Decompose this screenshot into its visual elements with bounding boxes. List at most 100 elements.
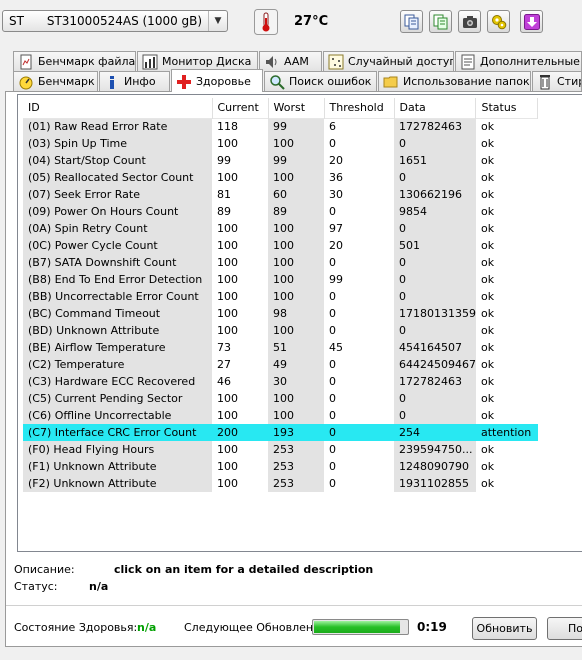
table-row[interactable]: (BE) Airflow Temperature 73 51 45 454164507 o… xyxy=(23,339,538,356)
folder-icon xyxy=(383,76,398,88)
cell-id: (0A) Spin Retry Count xyxy=(23,220,212,237)
refresh-button[interactable]: Обновить xyxy=(472,617,537,640)
camera-icon xyxy=(463,16,477,28)
cell-id: (04) Start/Stop Count xyxy=(23,152,212,169)
cell-worst: 100 xyxy=(268,288,324,305)
table-row[interactable]: (BC) Command Timeout 100 98 0 17180131359 ok xyxy=(23,305,538,322)
column-header-id[interactable]: ID xyxy=(23,98,213,118)
chevron-down-icon[interactable]: ▼ xyxy=(208,11,227,31)
copy-icon xyxy=(404,14,419,30)
copy-all-button[interactable] xyxy=(429,10,452,33)
cell-current: 100 xyxy=(217,256,238,269)
column-header-worst[interactable]: Worst xyxy=(268,98,325,118)
cell-current: 46 xyxy=(217,375,231,388)
tab-info[interactable]: Инфо xyxy=(99,71,170,91)
tab-disk-monitor[interactable]: Монитор Диска xyxy=(137,51,258,71)
table-row[interactable]: (F1) Unknown Attribute 100 253 0 1248090790 o… xyxy=(23,458,538,475)
cell-id: (F2) Unknown Attribute xyxy=(23,475,212,492)
cell-id: (B8) End To End Error Detection xyxy=(23,271,212,288)
cell-current: 100 xyxy=(217,443,238,456)
column-header-status[interactable]: Status xyxy=(475,98,539,118)
tab-extra-tests-label: Дополнительные тесты xyxy=(480,55,581,68)
table-row[interactable]: (F2) Unknown Attribute 100 253 0 1931102855 o… xyxy=(23,475,538,492)
table-row[interactable]: (C3) Hardware ECC Recovered 46 30 0 17278246… xyxy=(23,373,538,390)
cell-threshold: 0 xyxy=(329,307,336,320)
smart-table: ID Current Worst Threshold Data Status (… xyxy=(23,98,539,492)
cell-status: ok xyxy=(480,358,495,371)
cell-status: ok xyxy=(480,375,495,388)
tab-error-scan-label: Поиск ошибок xyxy=(289,75,372,88)
copy-button[interactable] xyxy=(400,10,423,33)
tab-extra-tests[interactable]: Дополнительные тесты xyxy=(455,51,582,71)
table-row[interactable]: (B7) SATA Downshift Count 100 100 0 0 ok xyxy=(23,254,538,271)
column-header-current[interactable]: Current xyxy=(212,98,269,118)
tab-aam-label: AAM xyxy=(284,55,309,68)
column-header-data[interactable]: Data xyxy=(394,98,477,118)
column-header-threshold[interactable]: Threshold xyxy=(324,98,395,118)
cell-id: (C7) Interface CRC Error Count xyxy=(23,424,212,441)
table-row[interactable]: (C6) Offline Uncorrectable 100 100 0 0 ok xyxy=(23,407,538,424)
tab-random-access[interactable]: Случайный доступ xyxy=(323,51,454,71)
next-update-label: Следующее Обновление: xyxy=(184,621,331,634)
tab-erase[interactable]: Стир xyxy=(532,71,582,91)
cell-worst: 253 xyxy=(268,475,324,492)
tab-health[interactable]: Здоровье xyxy=(171,69,263,92)
cell-id: (BB) Uncorrectable Error Count xyxy=(23,288,212,305)
description-label: Описание: xyxy=(14,563,75,576)
cell-worst: 100 xyxy=(268,237,324,254)
table-row[interactable]: (04) Start/Stop Count 99 99 20 1651 ok xyxy=(23,152,538,169)
cell-worst: 100 xyxy=(268,254,324,271)
drive-select[interactable]: ST ST31000524AS (1000 gB) ▼ xyxy=(2,10,228,32)
table-row[interactable]: (C7) Interface CRC Error Count 200 193 0 254… xyxy=(23,424,538,441)
table-row[interactable]: (03) Spin Up Time 100 100 0 0 ok xyxy=(23,135,538,152)
tab-aam[interactable]: AAM xyxy=(259,51,322,71)
tab-benchmark[interactable]: Бенчмарк xyxy=(13,71,98,91)
table-row[interactable]: (BD) Unknown Attribute 100 100 0 0 ok xyxy=(23,322,538,339)
tab-error-scan[interactable]: Поиск ошибок xyxy=(264,71,377,91)
cell-status: ok xyxy=(480,392,495,405)
erase-icon xyxy=(540,75,550,90)
cell-threshold: 0 xyxy=(329,205,336,218)
cell-worst: 99 xyxy=(268,118,324,135)
table-row[interactable]: (BB) Uncorrectable Error Count 100 100 0 0 ok xyxy=(23,288,538,305)
cell-data: 0 xyxy=(394,407,476,424)
update-progress-bar xyxy=(312,619,409,635)
table-row[interactable]: (C5) Current Pending Sector 100 100 0 0 ok xyxy=(23,390,538,407)
cell-worst: 100 xyxy=(268,169,324,186)
tab-random-access-label: Случайный доступ xyxy=(348,55,454,68)
table-row[interactable]: (01) Raw Read Error Rate 118 99 6 172782463 o… xyxy=(23,118,538,135)
cell-data: 64424509467 xyxy=(394,356,476,373)
cell-data: 0 xyxy=(394,390,476,407)
cell-worst: 100 xyxy=(268,322,324,339)
cell-worst: 98 xyxy=(268,305,324,322)
cell-current: 81 xyxy=(217,188,231,201)
cell-id: (03) Spin Up Time xyxy=(23,135,212,152)
cell-current: 100 xyxy=(217,460,238,473)
options-button[interactable] xyxy=(487,10,510,33)
screenshot-button[interactable] xyxy=(458,10,481,33)
status-label: Статус: xyxy=(14,580,58,593)
cell-id: (C6) Offline Uncorrectable xyxy=(23,407,212,424)
table-row[interactable]: (0C) Power Cycle Count 100 100 20 501 ok xyxy=(23,237,538,254)
cell-id: (BD) Unknown Attribute xyxy=(23,322,212,339)
cell-status: ok xyxy=(480,341,495,354)
cell-threshold: 20 xyxy=(329,239,343,252)
table-row[interactable]: (C2) Temperature 27 49 0 64424509467 ok xyxy=(23,356,538,373)
cell-current: 27 xyxy=(217,358,231,371)
tab-file-benchmark[interactable]: Бенчмарк файла xyxy=(13,51,136,71)
cell-threshold: 0 xyxy=(329,477,336,490)
table-row[interactable]: (05) Reallocated Sector Count 100 100 36 0 ok xyxy=(23,169,538,186)
table-row[interactable]: (07) Seek Error Rate 81 60 30 130662196 ok xyxy=(23,186,538,203)
tab-folder-usage[interactable]: Использование папок xyxy=(378,71,531,91)
table-row[interactable]: (F0) Head Flying Hours 100 253 0 239594750..… xyxy=(23,441,538,458)
cell-current: 100 xyxy=(217,409,238,422)
table-row[interactable]: (09) Power On Hours Count 89 89 0 9854 ok xyxy=(23,203,538,220)
next-button[interactable]: По xyxy=(547,617,582,640)
info-icon xyxy=(110,76,114,89)
table-row[interactable]: (0A) Spin Retry Count 100 100 97 0 ok xyxy=(23,220,538,237)
tab-disk-monitor-label: Монитор Диска xyxy=(162,55,252,68)
download-button[interactable] xyxy=(520,10,543,33)
table-row[interactable]: (B8) End To End Error Detection 100 100 99 0… xyxy=(23,271,538,288)
cell-data: 0 xyxy=(394,135,476,152)
cell-data: 0 xyxy=(394,220,476,237)
